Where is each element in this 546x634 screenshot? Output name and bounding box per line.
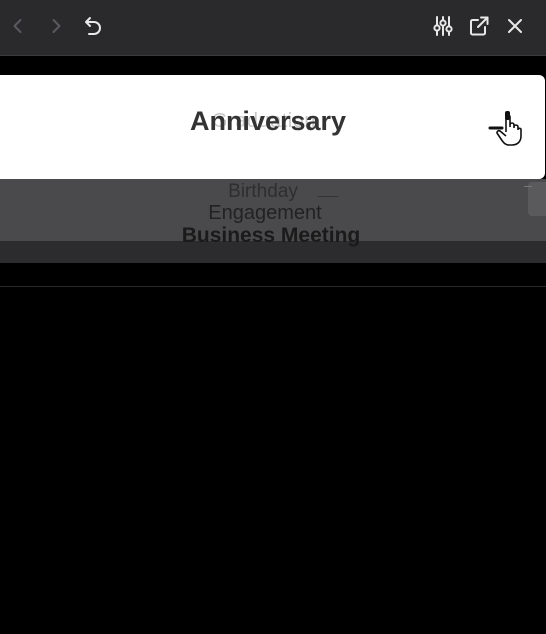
undo-icon (85, 17, 101, 35)
picker-option-birthday[interactable]: Birthday (0, 181, 536, 203)
picker-option-business-meeting[interactable]: Business Meeting (0, 224, 544, 248)
scroll-handle-mark (524, 186, 532, 187)
back-button[interactable] (2, 10, 34, 42)
app-window: Graduation Anniversary Birthday Engageme… (0, 0, 546, 634)
toolbar (0, 0, 546, 56)
open-external-button[interactable] (463, 10, 495, 42)
divider (0, 286, 546, 287)
close-icon (508, 19, 522, 33)
open-external-icon (470, 16, 489, 36)
sliders-icon (433, 16, 453, 36)
scroll-handle[interactable] (528, 182, 546, 216)
picker-option-engagement[interactable]: Engagement (0, 202, 538, 225)
selected-option-title[interactable]: Anniversary (0, 106, 536, 137)
forward-button[interactable] (40, 10, 72, 42)
picker-mark (318, 196, 338, 197)
hand-cursor-icon (488, 111, 522, 146)
close-button[interactable] (499, 10, 531, 42)
adjust-button[interactable] (427, 10, 459, 42)
chevron-left-icon (13, 19, 22, 33)
chevron-right-icon (52, 19, 61, 33)
undo-button[interactable] (76, 10, 108, 42)
